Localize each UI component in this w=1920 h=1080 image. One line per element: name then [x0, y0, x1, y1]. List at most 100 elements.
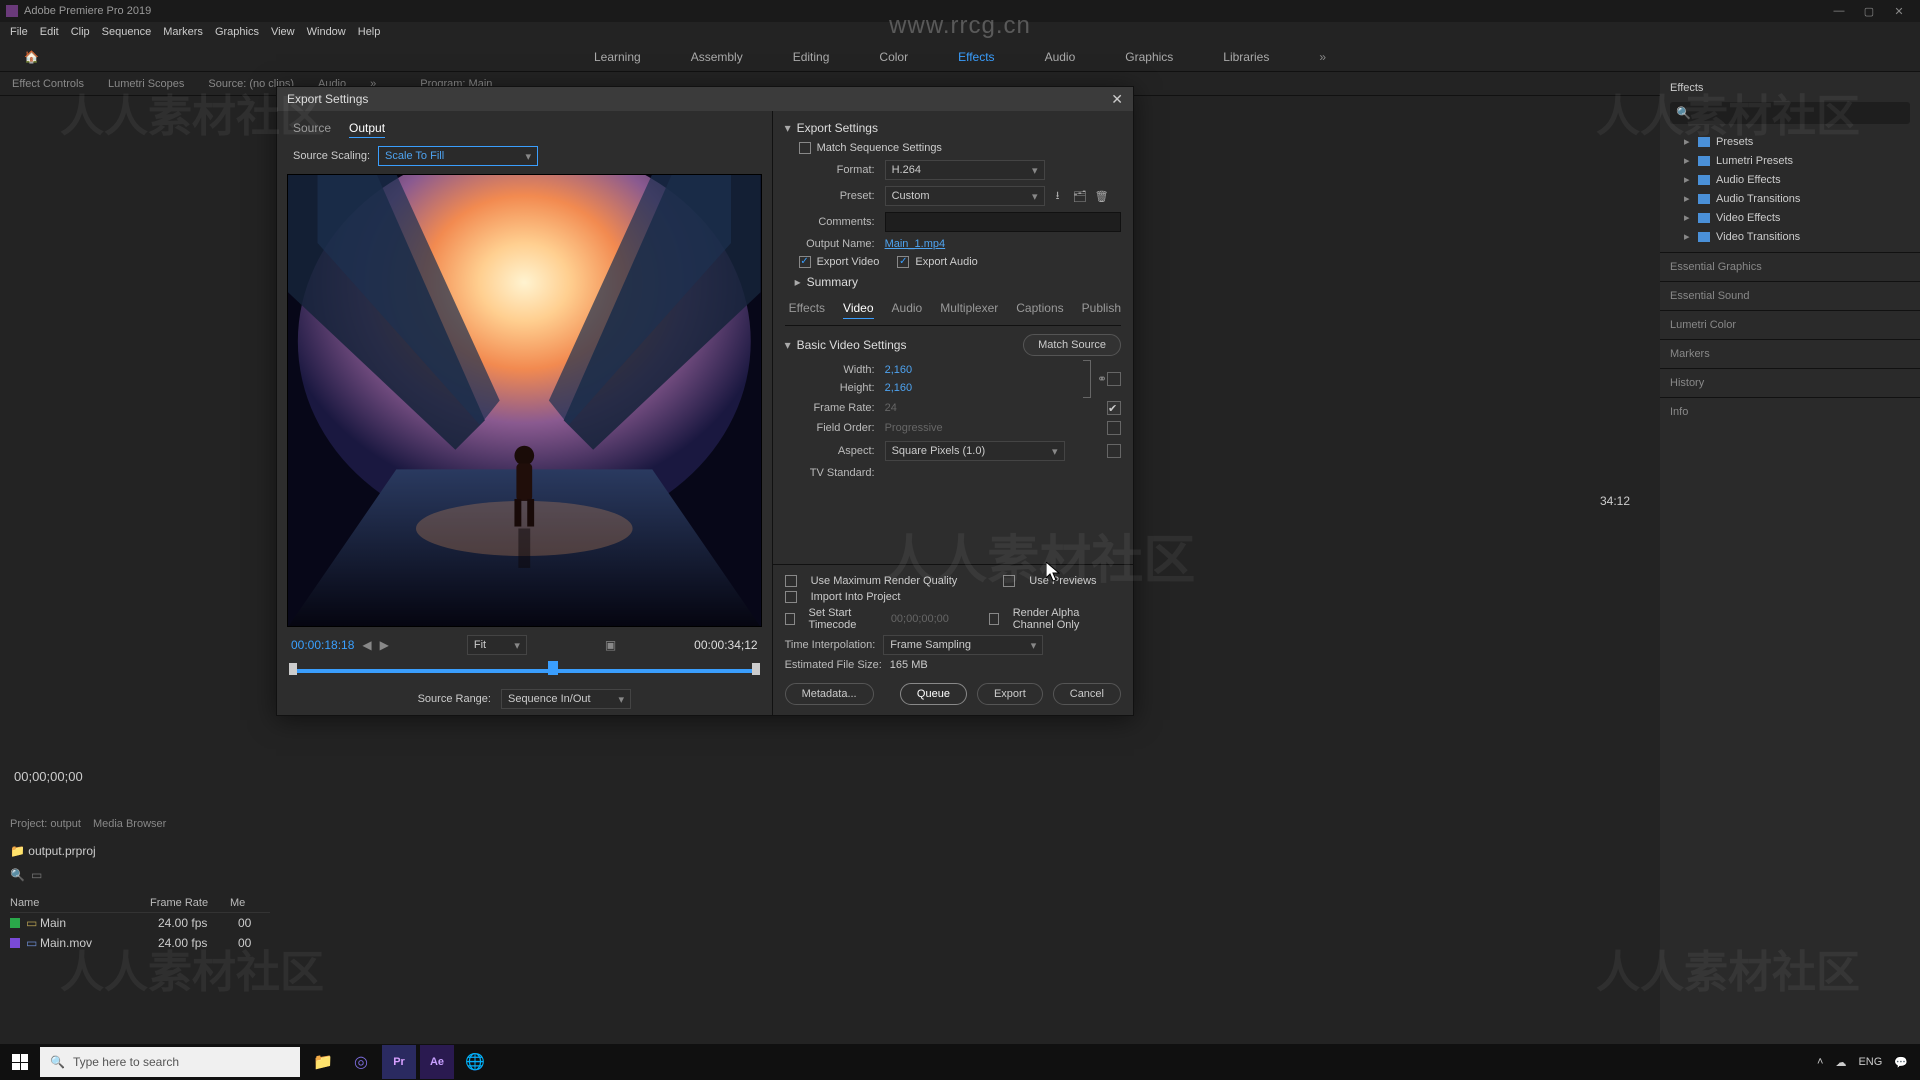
tree-audio-effects[interactable]: ▸Audio Effects: [1670, 170, 1910, 189]
cancel-button[interactable]: Cancel: [1053, 683, 1121, 705]
use-previews-checkbox[interactable]: [1003, 575, 1015, 587]
panel-essential-graphics[interactable]: Essential Graphics: [1660, 252, 1920, 281]
source-scaling-dropdown[interactable]: Scale To Fill: [378, 146, 538, 166]
export-button[interactable]: Export: [977, 683, 1043, 705]
frame-rate-checkbox[interactable]: ✔: [1107, 401, 1121, 415]
menu-edit[interactable]: Edit: [34, 26, 65, 38]
lock-width-height-checkbox[interactable]: [1107, 372, 1121, 386]
tray-language[interactable]: ENG: [1858, 1056, 1882, 1068]
menu-graphics[interactable]: Graphics: [209, 26, 265, 38]
close-dialog-button[interactable]: ✕: [1111, 91, 1123, 108]
tray-notifications-icon[interactable]: 💬: [1894, 1056, 1908, 1069]
collapse-export-settings-icon[interactable]: ▾: [785, 121, 791, 135]
tab-audio[interactable]: Audio: [892, 301, 923, 319]
menu-markers[interactable]: Markers: [157, 26, 209, 38]
step-fwd-icon[interactable]: ▶: [380, 638, 389, 652]
search-icon[interactable]: 🔍: [10, 868, 25, 882]
panel-history[interactable]: History: [1660, 368, 1920, 397]
workspace-assembly[interactable]: Assembly: [681, 46, 753, 68]
workspace-effects[interactable]: Effects: [948, 46, 1004, 68]
start-button[interactable]: [0, 1044, 40, 1080]
maximize-button[interactable]: ▢: [1854, 5, 1884, 18]
tab-multiplexer[interactable]: Multiplexer: [940, 301, 998, 319]
tree-video-effects[interactable]: ▸Video Effects: [1670, 208, 1910, 227]
menu-file[interactable]: File: [4, 26, 34, 38]
taskbar-search-input[interactable]: 🔍 Type here to search: [40, 1047, 300, 1077]
collapse-bvs-icon[interactable]: ▾: [785, 338, 791, 352]
tab-publish[interactable]: Publish: [1082, 301, 1121, 319]
format-dropdown[interactable]: H.264: [885, 160, 1045, 180]
col-me[interactable]: Me: [230, 897, 245, 909]
panel-markers[interactable]: Markers: [1660, 339, 1920, 368]
preset-dropdown[interactable]: Custom: [885, 186, 1045, 206]
file-explorer-icon[interactable]: 📁: [306, 1045, 340, 1079]
aspect-dropdown[interactable]: Square Pixels (1.0): [885, 441, 1065, 461]
workspace-learning[interactable]: Learning: [584, 46, 651, 68]
tree-lumetri-presets[interactable]: ▸Lumetri Presets: [1670, 151, 1910, 170]
set-start-timecode-checkbox[interactable]: [785, 613, 795, 625]
chrome-icon[interactable]: 🌐: [458, 1045, 492, 1079]
aspect-checkbox[interactable]: [1107, 444, 1121, 458]
workspace-color[interactable]: Color: [869, 46, 918, 68]
close-window-button[interactable]: ✕: [1884, 5, 1914, 18]
tab-video[interactable]: Video: [843, 301, 873, 319]
bin-icon[interactable]: ▭: [31, 868, 42, 882]
panel-info[interactable]: Info: [1660, 397, 1920, 426]
delete-preset-icon[interactable]: 🗑: [1093, 187, 1111, 205]
comments-input[interactable]: [885, 212, 1121, 232]
tree-audio-transitions[interactable]: ▸Audio Transitions: [1670, 189, 1910, 208]
export-audio-checkbox[interactable]: [897, 256, 909, 268]
import-preset-icon[interactable]: 🗂: [1071, 187, 1089, 205]
max-render-quality-checkbox[interactable]: [785, 575, 797, 587]
panel-lumetri-color[interactable]: Lumetri Color: [1660, 310, 1920, 339]
tray-chevron-icon[interactable]: ˄: [1817, 1056, 1823, 1068]
source-range-dropdown[interactable]: Sequence In/Out: [501, 689, 631, 709]
tab-project[interactable]: Project: output: [10, 818, 81, 830]
save-preset-icon[interactable]: ⭳: [1049, 187, 1067, 205]
out-handle[interactable]: [752, 663, 760, 675]
height-value[interactable]: 2,160: [885, 382, 913, 394]
time-interp-dropdown[interactable]: Frame Sampling: [883, 635, 1043, 655]
workspace-audio[interactable]: Audio: [1035, 46, 1086, 68]
effects-search-input[interactable]: 🔍: [1670, 102, 1910, 124]
metadata-button[interactable]: Metadata...: [785, 683, 874, 705]
menu-view[interactable]: View: [265, 26, 301, 38]
app-icon[interactable]: ◎: [344, 1045, 378, 1079]
home-icon[interactable]: 🏠: [14, 46, 49, 68]
workspace-libraries[interactable]: Libraries: [1213, 46, 1279, 68]
minimize-button[interactable]: —: [1824, 5, 1854, 17]
tab-source[interactable]: Source: [293, 121, 331, 138]
step-back-icon[interactable]: ◀: [362, 638, 371, 652]
col-name[interactable]: Name: [10, 897, 150, 909]
premiere-icon[interactable]: Pr: [382, 1045, 416, 1079]
menu-sequence[interactable]: Sequence: [96, 26, 158, 38]
menu-window[interactable]: Window: [301, 26, 352, 38]
table-row[interactable]: ▭ Main.mov 24.00 fps 00: [10, 933, 270, 953]
in-handle[interactable]: [289, 663, 297, 675]
panel-essential-sound[interactable]: Essential Sound: [1660, 281, 1920, 310]
crop-icon[interactable]: ▣: [605, 638, 616, 652]
link-dimensions-icon[interactable]: ⚭: [1097, 372, 1107, 386]
workspace-graphics[interactable]: Graphics: [1115, 46, 1183, 68]
match-sequence-checkbox[interactable]: [799, 142, 811, 154]
zoom-fit-dropdown[interactable]: Fit: [467, 635, 527, 655]
width-value[interactable]: 2,160: [885, 364, 913, 376]
queue-button[interactable]: Queue: [900, 683, 967, 705]
workspace-overflow-icon[interactable]: »: [1309, 46, 1336, 68]
match-source-button[interactable]: Match Source: [1023, 334, 1121, 356]
import-into-project-checkbox[interactable]: [785, 591, 797, 603]
tree-video-transitions[interactable]: ▸Video Transitions: [1670, 227, 1910, 246]
tab-output[interactable]: Output: [349, 121, 385, 138]
table-row[interactable]: ▭ Main 24.00 fps 00: [10, 913, 270, 933]
preview-scrub-bar[interactable]: [287, 661, 762, 679]
after-effects-icon[interactable]: Ae: [420, 1045, 454, 1079]
field-order-checkbox[interactable]: [1107, 421, 1121, 435]
tab-captions[interactable]: Captions: [1016, 301, 1063, 319]
tree-presets[interactable]: ▸Presets: [1670, 132, 1910, 151]
render-alpha-checkbox[interactable]: [989, 613, 999, 625]
preview-in-timecode[interactable]: 00:00:18:18: [291, 638, 354, 652]
tab-effect-controls[interactable]: Effect Controls: [0, 78, 96, 90]
export-video-checkbox[interactable]: [799, 256, 811, 268]
workspace-editing[interactable]: Editing: [783, 46, 840, 68]
playhead[interactable]: [548, 661, 558, 675]
